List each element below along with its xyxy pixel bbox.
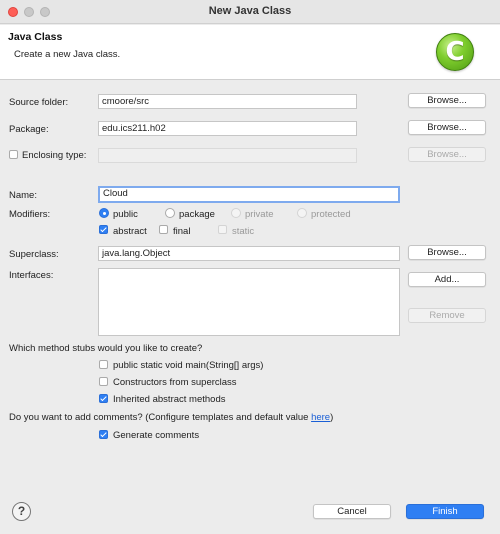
interfaces-label: Interfaces:	[9, 270, 54, 281]
superclass-browse-button[interactable]: Browse...	[408, 245, 486, 260]
enclosing-type-field[interactable]	[98, 148, 357, 163]
stub-main-label: public static void main(String[] args)	[113, 360, 264, 371]
title-bar: New Java Class	[0, 0, 500, 24]
configure-templates-link[interactable]: here	[311, 412, 330, 423]
name-label: Name:	[9, 190, 37, 201]
cancel-button[interactable]: Cancel	[313, 504, 391, 519]
modifier-public-radio[interactable]	[99, 208, 109, 218]
modifier-package-label: package	[179, 209, 215, 220]
interfaces-add-button[interactable]: Add...	[408, 272, 486, 287]
superclass-field[interactable]: java.lang.Object	[98, 246, 400, 261]
modifier-static-label: static	[232, 226, 255, 237]
wizard-banner: Java Class Create a new Java class. C	[0, 25, 500, 80]
source-folder-field[interactable]: cmoore/src	[98, 94, 357, 109]
modifier-public-label: public	[113, 209, 138, 220]
enclosing-type-browse-button[interactable]: Browse...	[408, 147, 486, 162]
modifier-protected-label: protected	[311, 209, 351, 220]
stub-constructors-checkbox[interactable]	[99, 377, 108, 386]
modifier-final-label: final	[173, 226, 191, 237]
superclass-label: Superclass:	[9, 249, 59, 260]
stub-main-checkbox[interactable]	[99, 360, 108, 369]
source-folder-browse-button[interactable]: Browse...	[408, 93, 486, 108]
java-class-logo-icon: C	[436, 33, 474, 71]
modifier-protected-radio[interactable]	[297, 208, 307, 218]
stub-inherited-abstract-checkbox[interactable]	[99, 394, 108, 403]
help-icon[interactable]: ?	[12, 502, 31, 521]
package-label: Package:	[9, 124, 49, 135]
banner-title: Java Class	[8, 31, 63, 43]
stub-constructors-label: Constructors from superclass	[113, 377, 237, 388]
modifier-package-radio[interactable]	[165, 208, 175, 218]
modifier-abstract-checkbox[interactable]	[99, 225, 108, 234]
generate-comments-label: Generate comments	[113, 430, 200, 441]
package-field[interactable]: edu.ics211.h02	[98, 121, 357, 136]
generate-comments-checkbox[interactable]	[99, 430, 108, 439]
modifier-static-checkbox[interactable]	[218, 225, 227, 234]
modifier-private-radio[interactable]	[231, 208, 241, 218]
window-title: New Java Class	[208, 5, 292, 17]
interfaces-list[interactable]	[98, 268, 400, 336]
banner-description: Create a new Java class.	[14, 49, 121, 60]
class-name-field[interactable]: Cloud	[98, 186, 400, 203]
interfaces-remove-button[interactable]: Remove	[408, 308, 486, 323]
modifiers-label: Modifiers:	[9, 209, 51, 220]
modifier-abstract-label: abstract	[113, 226, 147, 237]
enclosing-type-label: Enclosing type:	[22, 150, 87, 161]
package-browse-button[interactable]: Browse...	[408, 120, 486, 135]
method-stubs-question: Which method stubs would you like to cre…	[9, 343, 203, 354]
stub-inherited-abstract-label: Inherited abstract methods	[113, 394, 226, 405]
comments-question: Do you want to add comments? (Configure …	[9, 412, 334, 423]
finish-button[interactable]: Finish	[406, 504, 484, 519]
modifier-private-label: private	[245, 209, 274, 220]
source-folder-label: Source folder:	[9, 97, 69, 108]
modifier-final-checkbox[interactable]	[159, 225, 168, 234]
enclosing-type-checkbox[interactable]	[9, 150, 18, 159]
